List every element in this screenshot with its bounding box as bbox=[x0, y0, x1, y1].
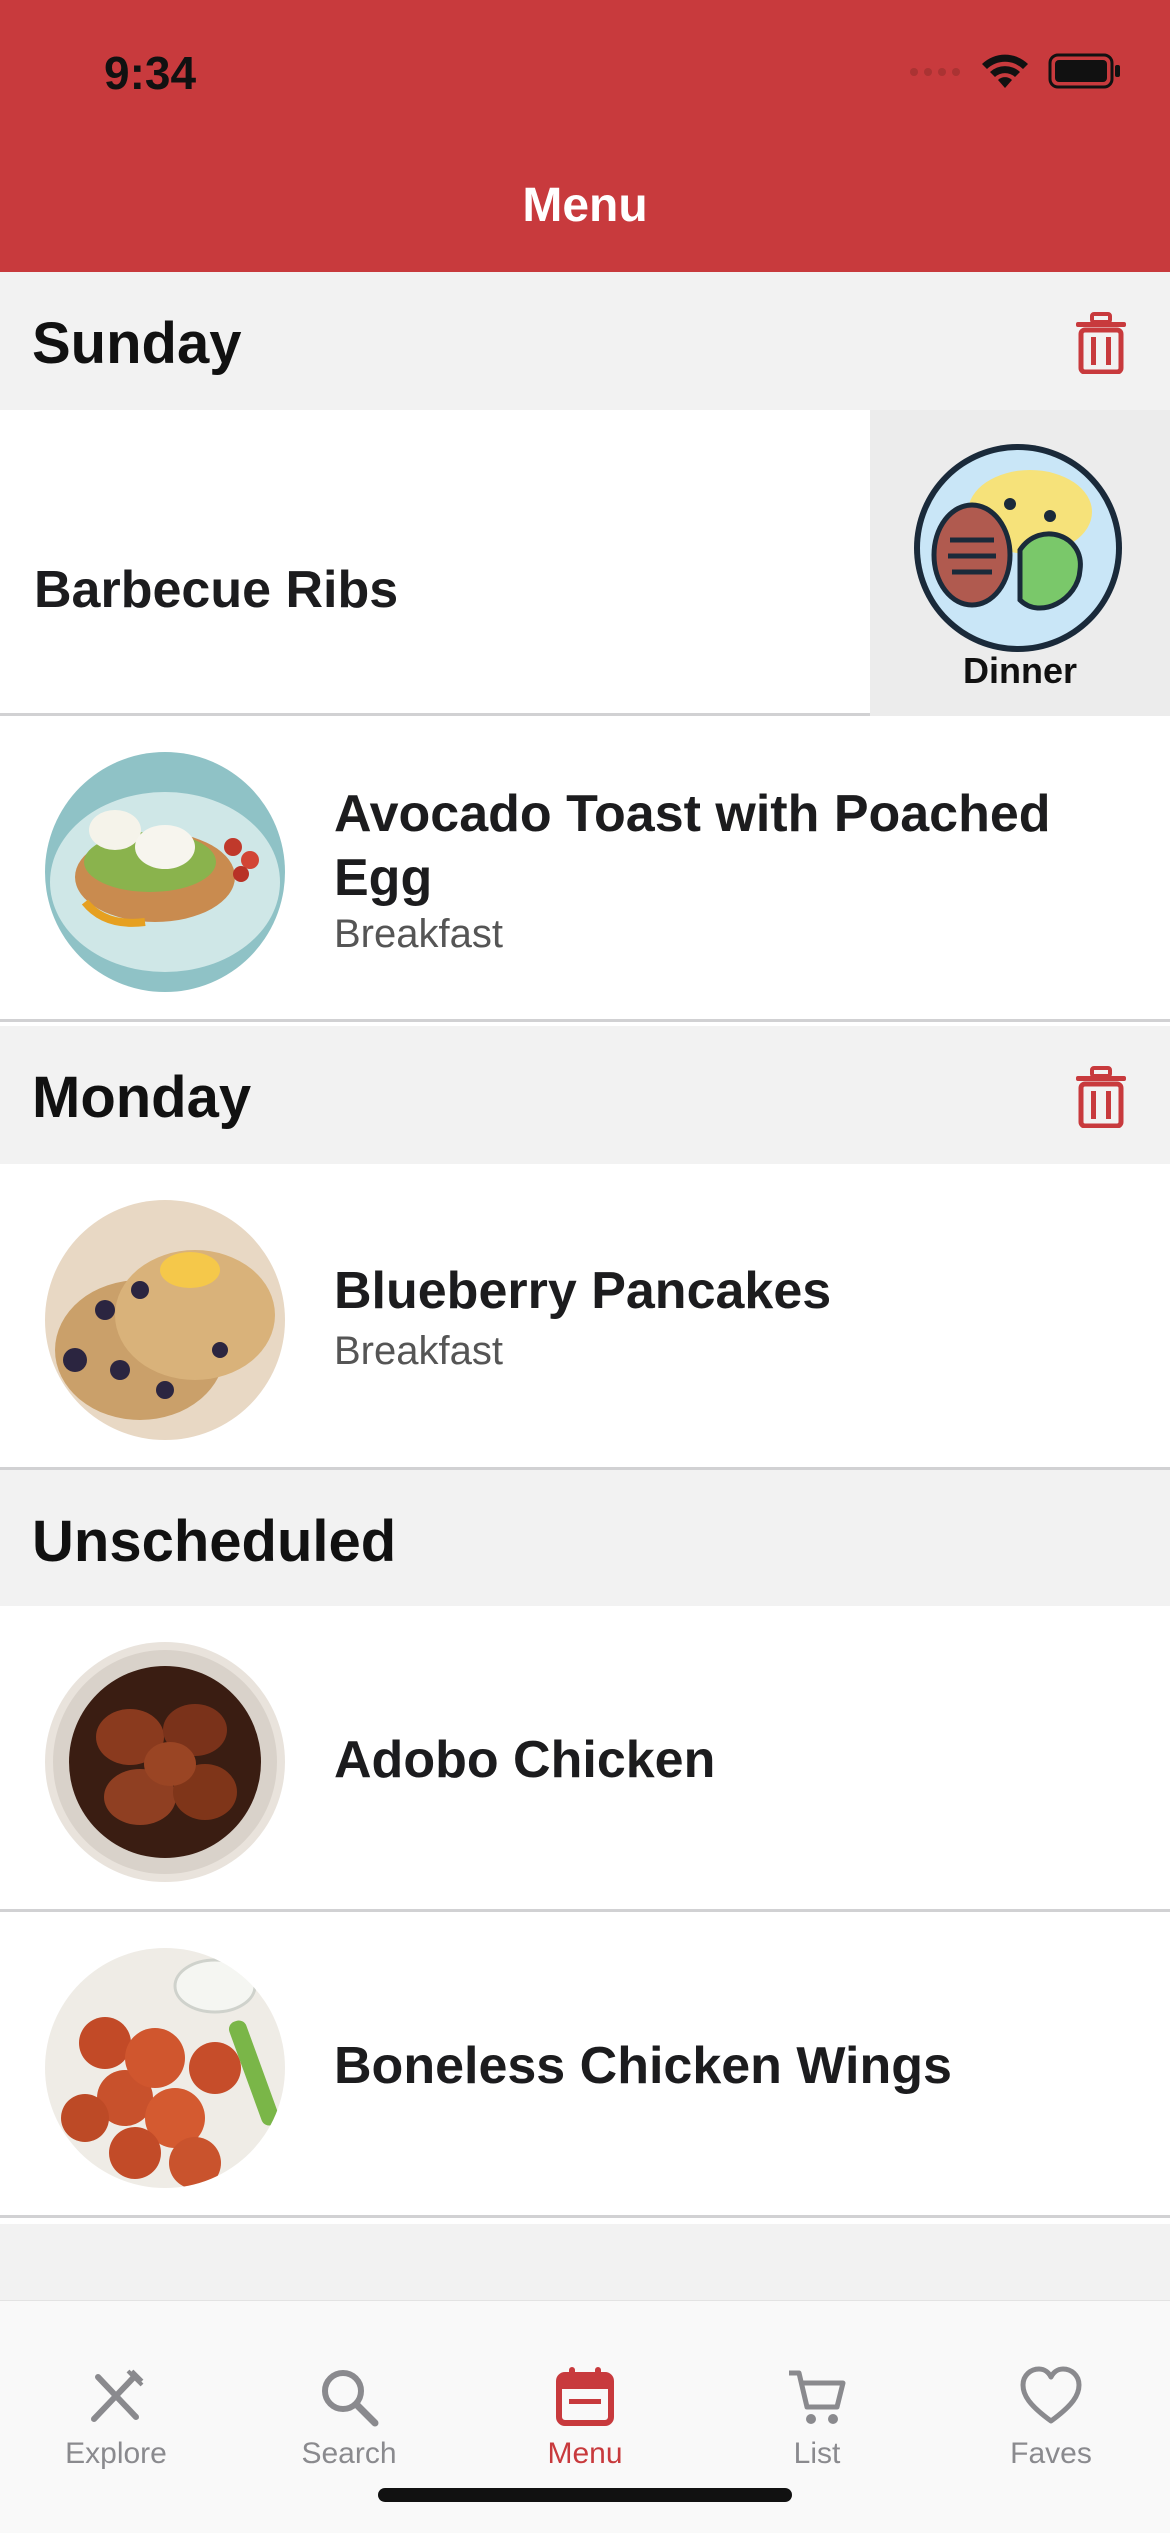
wifi-icon bbox=[980, 52, 1030, 95]
list-item-boneless-chicken-wings[interactable]: Boneless Chicken Wings bbox=[0, 1912, 1170, 2218]
tab-explore[interactable]: Explore bbox=[26, 2365, 206, 2471]
tab-label: Menu bbox=[547, 2437, 623, 2470]
status-time: 9:34 bbox=[104, 47, 197, 99]
section-title: Unscheduled bbox=[32, 1509, 397, 1574]
cart-icon bbox=[789, 2370, 846, 2424]
fork-knife-icon bbox=[91, 2369, 144, 2422]
dinner-plate-icon bbox=[914, 444, 1122, 652]
recipe-image bbox=[45, 1642, 285, 1882]
trash-icon[interactable] bbox=[1072, 1066, 1130, 1129]
trash-icon[interactable] bbox=[1072, 312, 1130, 375]
section-header-unscheduled: Unscheduled bbox=[0, 1470, 1170, 1606]
meal-label: Dinner bbox=[962, 650, 1077, 691]
calendar-icon bbox=[556, 2367, 614, 2426]
tab-label: List bbox=[793, 2437, 841, 2470]
tab-menu[interactable]: Menu bbox=[495, 2365, 675, 2471]
tab-label: Search bbox=[301, 2437, 397, 2470]
tab-search[interactable]: Search bbox=[259, 2365, 439, 2471]
heart-icon bbox=[1020, 2366, 1082, 2424]
status-icons bbox=[908, 52, 1122, 95]
nav-header: 9:34 Menu bbox=[0, 0, 1170, 272]
list-item-barbecue-ribs[interactable]: Barbecue Ribs Dinner bbox=[0, 410, 1170, 716]
row-title: Boneless Chicken Wings bbox=[334, 2037, 952, 2095]
section-header-monday: Monday bbox=[0, 1026, 1170, 1164]
tab-label: Faves bbox=[1010, 2437, 1092, 2470]
recipe-image bbox=[45, 1948, 285, 2188]
signal-icon bbox=[908, 65, 962, 83]
search-icon bbox=[322, 2370, 379, 2427]
battery-icon bbox=[1048, 53, 1122, 94]
recipe-image bbox=[45, 1200, 285, 1440]
section-title: Monday bbox=[32, 1065, 252, 1130]
row-title: Avocado Toast with Poached Egg bbox=[334, 785, 1051, 907]
tab-label: Explore bbox=[65, 2437, 167, 2470]
list-item-adobo-chicken[interactable]: Adobo Chicken bbox=[0, 1606, 1170, 1912]
tab-list[interactable]: List bbox=[727, 2365, 907, 2471]
list-footer bbox=[0, 2224, 1170, 2300]
tab-faves[interactable]: Faves bbox=[961, 2365, 1141, 2471]
home-indicator bbox=[378, 2488, 792, 2502]
section-header-sunday: Sunday bbox=[0, 272, 1170, 410]
page-title: Menu bbox=[522, 179, 648, 232]
meal-type-dinner-button[interactable]: Dinner bbox=[870, 410, 1170, 716]
row-title: Blueberry Pancakes bbox=[334, 1262, 832, 1320]
section-title: Sunday bbox=[32, 311, 242, 376]
list-item-blueberry-pancakes[interactable]: Blueberry Pancakes Breakfast bbox=[0, 1164, 1170, 1470]
row-title: Barbecue Ribs bbox=[34, 561, 399, 619]
row-title: Adobo Chicken bbox=[334, 1731, 716, 1789]
recipe-image bbox=[45, 752, 285, 992]
row-subtitle: Breakfast bbox=[334, 1329, 503, 1373]
row-subtitle: Breakfast bbox=[334, 912, 503, 956]
list-item-avocado-toast[interactable]: Avocado Toast with Poached Egg Breakfast bbox=[0, 716, 1170, 1022]
